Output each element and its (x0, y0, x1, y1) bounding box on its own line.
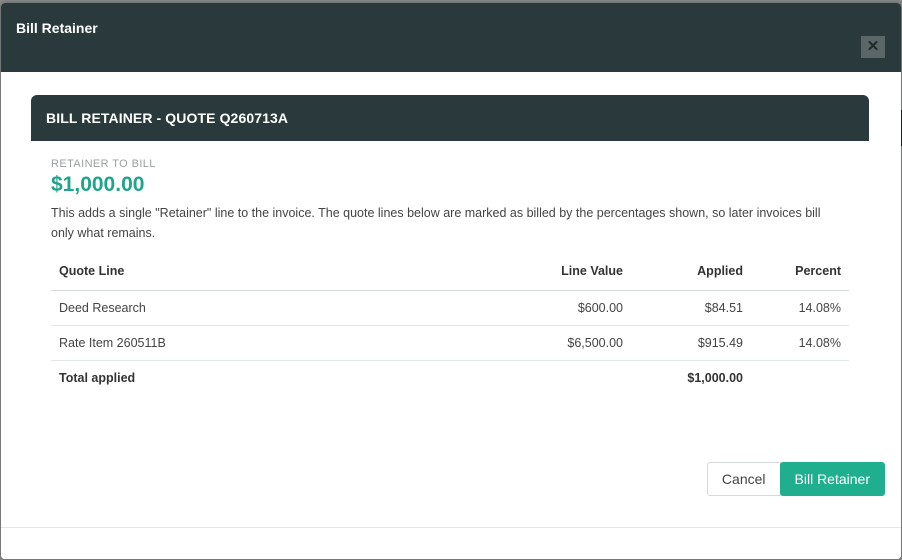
modal-actions: Cancel Bill Retainer (706, 462, 885, 496)
close-icon: ✕ (866, 38, 880, 55)
cell-percent: 14.08% (751, 325, 849, 361)
column-header-applied: Applied (631, 253, 751, 291)
column-header-percent: Percent (751, 253, 849, 291)
cell-applied: $915.49 (631, 325, 751, 361)
card-title: BILL RETAINER - QUOTE Q260713A (31, 95, 869, 141)
retainer-amount: $1,000.00 (51, 173, 145, 196)
cell-line-value: $6,500.00 (491, 325, 631, 361)
table-total-row: Total applied $1,000.00 (51, 360, 849, 395)
modal-title: Bill Retainer (16, 20, 98, 36)
modal-body: BILL RETAINER - QUOTE Q260713A RETAINER … (1, 72, 901, 527)
quote-lines-table: Quote Line Line Value Applied Percent De… (51, 253, 849, 395)
column-header-line-value: Line Value (491, 253, 631, 291)
column-header-quote-line: Quote Line (51, 253, 491, 291)
retainer-description: This adds a single "Retainer" line to th… (51, 206, 821, 240)
cancel-button[interactable]: Cancel (706, 462, 781, 496)
total-applied: $1,000.00 (687, 370, 743, 385)
cell-quote-line: Deed Research (51, 290, 491, 326)
retainer-label: RETAINER TO BILL (51, 158, 156, 170)
card-content: RETAINER TO BILL $1,000.00 This adds a s… (31, 141, 869, 395)
table-header-row: Quote Line Line Value Applied Percent (51, 253, 849, 291)
total-empty-value (491, 360, 631, 395)
close-button[interactable]: ✕ (861, 36, 885, 58)
total-empty-percent (751, 360, 849, 395)
cell-percent: 14.08% (751, 290, 849, 326)
retainer-card: BILL RETAINER - QUOTE Q260713A RETAINER … (31, 95, 869, 395)
modal-header: Bill Retainer ✕ (1, 3, 901, 72)
cell-applied: $84.51 (631, 290, 751, 326)
modal-footer (1, 527, 901, 559)
table-row: Rate Item 260511B $6,500.00 $915.49 14.0… (51, 325, 849, 361)
table-row: Deed Research $600.00 $84.51 14.08% (51, 290, 849, 326)
cell-line-value: $600.00 (491, 290, 631, 326)
total-label: Total applied (59, 370, 136, 385)
bill-retainer-button[interactable]: Bill Retainer (779, 462, 885, 496)
bill-retainer-modal: Bill Retainer ✕ BILL RETAINER - QUOTE Q2… (1, 3, 901, 559)
cell-quote-line: Rate Item 260511B (51, 325, 491, 361)
